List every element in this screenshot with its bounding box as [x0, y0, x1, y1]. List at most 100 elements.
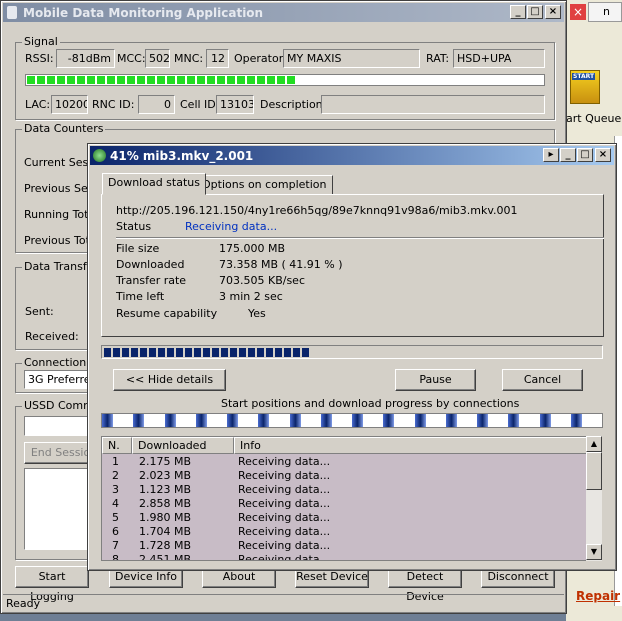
start-queue-label[interactable]: art Queue [566, 112, 621, 125]
start-queue-icon[interactable]: START [570, 70, 600, 104]
dialog-close-button[interactable]: × [595, 148, 611, 162]
download-url: http://205.196.121.150/4ny1re66h5qg/89e7… [116, 204, 518, 217]
row-info: Receiving data... [238, 483, 331, 496]
table-row[interactable]: 8 2.451 MB Receiving data... [102, 553, 590, 561]
signal-segment [87, 76, 95, 84]
cell-field: 13103 [216, 95, 254, 114]
repair-link[interactable]: Repair [576, 589, 620, 603]
progress-block [158, 348, 165, 357]
downloaded-label: Downloaded [116, 258, 185, 271]
dialog-maximize-button[interactable]: □ [577, 148, 593, 162]
signal-segment [117, 76, 125, 84]
signal-segment [257, 76, 265, 84]
table-row[interactable]: 6 1.704 MB Receiving data... [102, 525, 590, 539]
row-number: 2 [112, 469, 119, 482]
connection-marker [414, 414, 426, 427]
dialog-title: 41% mib3.mkv_2.001 [110, 148, 254, 163]
close-tab-icon[interactable]: × [570, 4, 586, 20]
column-header-info[interactable]: Info [234, 437, 590, 454]
signal-segment [127, 76, 135, 84]
progress-block [131, 348, 138, 357]
mnc-field: 12 [206, 49, 229, 68]
tab-download-status[interactable]: Download status [102, 173, 206, 195]
start-logging-button[interactable]: Start Logging [15, 566, 89, 603]
table-row[interactable]: 1 2.175 MB Receiving data... [102, 455, 590, 469]
signal-segment [277, 76, 285, 84]
row-downloaded: 1.728 MB [139, 539, 192, 552]
data-transfer-label: Data Transfe [22, 260, 96, 273]
counter-row-label: Previous Ses [24, 182, 94, 195]
list-scrollbar[interactable]: ▲ ▼ [586, 436, 602, 561]
column-header-n[interactable]: N. [102, 437, 132, 454]
description-field [321, 95, 545, 114]
signal-segment [197, 76, 205, 84]
minimize-button[interactable]: _ [510, 5, 526, 19]
signal-segment [147, 76, 155, 84]
connections-list[interactable]: N. Downloaded Info 1 2.175 MB Receiving da… [101, 436, 601, 561]
status-text: Ready [6, 597, 41, 610]
signal-segment [137, 76, 145, 84]
cancel-button[interactable]: Cancel [502, 369, 583, 391]
received-label: Received: [25, 330, 79, 343]
mcc-label: MCC: [117, 52, 146, 65]
signal-segment [47, 76, 55, 84]
time-left-value: 3 min 2 sec [219, 290, 283, 303]
signal-segment [187, 76, 195, 84]
connection-marker [352, 414, 363, 427]
resume-value: Yes [248, 307, 266, 320]
progress-block [275, 348, 282, 357]
close-button[interactable]: × [545, 5, 561, 19]
tab-options-on-completion[interactable]: Options on completion [196, 175, 333, 195]
signal-segment [267, 76, 275, 84]
download-progress-bar [101, 345, 603, 359]
ussd-label: USSD Comm [22, 399, 96, 412]
signal-segment [67, 76, 75, 84]
progress-block [113, 348, 120, 357]
hide-details-button[interactable]: << Hide details [113, 369, 226, 391]
progress-block [122, 348, 129, 357]
main-title-bar: Mobile Data Monitoring Application _ □ × [3, 3, 564, 22]
connection-marker [133, 414, 145, 427]
table-row[interactable]: 2 2.023 MB Receiving data... [102, 469, 590, 483]
row-number: 8 [112, 553, 119, 561]
progress-block [239, 348, 246, 357]
progress-block [221, 348, 228, 357]
cell-label: Cell ID: [180, 98, 220, 111]
scroll-thumb[interactable] [586, 452, 602, 490]
signal-segment [167, 76, 175, 84]
table-row[interactable]: 3 1.123 MB Receiving data... [102, 483, 590, 497]
table-row[interactable]: 4 2.858 MB Receiving data... [102, 497, 590, 511]
row-number: 1 [112, 455, 119, 468]
main-title: Mobile Data Monitoring Application [23, 5, 264, 20]
operator-field: MY MAXIS [283, 49, 420, 68]
maximize-button[interactable]: □ [527, 5, 543, 19]
dialog-minimize-button[interactable]: _ [560, 148, 576, 162]
signal-segment [237, 76, 245, 84]
progress-block [104, 348, 111, 357]
pause-button[interactable]: Pause [395, 369, 476, 391]
row-info: Receiving data... [238, 469, 331, 482]
browser-tab[interactable]: n [588, 2, 622, 22]
progress-block [284, 348, 291, 357]
row-info: Receiving data... [238, 525, 331, 538]
scroll-down-icon[interactable]: ▼ [586, 544, 602, 560]
play-button[interactable]: ▸ [543, 148, 559, 162]
row-number: 6 [112, 525, 119, 538]
connection-marker [258, 414, 270, 427]
scroll-up-icon[interactable]: ▲ [586, 436, 602, 452]
connection-marker [383, 414, 395, 427]
counter-row-label: Previous Tota [24, 234, 97, 247]
rnc-label: RNC ID: [92, 98, 135, 111]
row-number: 4 [112, 497, 119, 510]
table-row[interactable]: 5 1.980 MB Receiving data... [102, 511, 590, 525]
progress-block [167, 348, 174, 357]
row-info: Receiving data... [238, 497, 331, 510]
row-number: 3 [112, 483, 119, 496]
progress-block [302, 348, 309, 357]
lac-label: LAC: [25, 98, 51, 111]
table-row[interactable]: 7 1.728 MB Receiving data... [102, 539, 590, 553]
dialog-title-bar: 41% mib3.mkv_2.001 ▸ _ □ × [90, 146, 614, 165]
rnc-field: 0 [138, 95, 175, 114]
column-header-downloaded[interactable]: Downloaded [132, 437, 234, 454]
row-info: Receiving data... [238, 511, 331, 524]
